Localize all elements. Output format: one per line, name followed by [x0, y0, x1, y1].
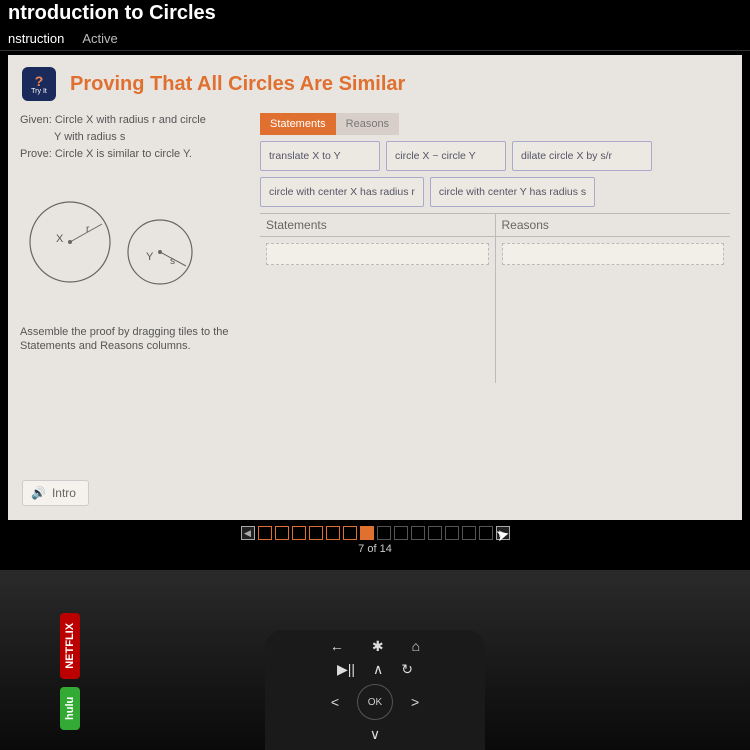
pager-prev[interactable]: ◀	[241, 526, 255, 540]
tab-active[interactable]: Active	[82, 31, 117, 46]
tile-center-y[interactable]: circle with center Y has radius s	[430, 177, 595, 207]
tab-reasons[interactable]: Reasons	[336, 113, 399, 135]
tile-dilate[interactable]: dilate circle X by s/r	[512, 141, 652, 171]
chevron-right-icon: >	[411, 694, 419, 710]
pager-box-2[interactable]	[275, 526, 289, 540]
question-icon: ?	[35, 74, 44, 88]
pager-box-13[interactable]	[462, 526, 476, 540]
tile-similar[interactable]: circle X ~ circle Y	[386, 141, 506, 171]
given-text-1: Given: Circle X with radius r and circle	[20, 113, 250, 128]
circles-diagram: X r Y s	[20, 192, 220, 292]
page-title: ntroduction to Circles	[0, 0, 750, 27]
pager-box-9[interactable]	[394, 526, 408, 540]
svg-text:s: s	[170, 256, 175, 267]
home-icon: ⌂	[412, 638, 420, 655]
svg-text:r: r	[86, 224, 90, 235]
ok-button: OK	[357, 684, 393, 720]
statement-drop-slot[interactable]	[266, 243, 489, 265]
svg-text:Y: Y	[146, 251, 154, 263]
speaker-icon: 🔊	[31, 486, 46, 500]
statements-header: Statements	[260, 214, 495, 237]
pager-box-14[interactable]	[479, 526, 493, 540]
tab-instruction[interactable]: nstruction	[8, 31, 64, 46]
try-it-badge: ? Try It	[22, 67, 56, 101]
pager-box-10[interactable]	[411, 526, 425, 540]
given-text-2: Y with radius s	[20, 130, 250, 145]
mic-icon: ✱	[372, 638, 384, 655]
back-icon: ←	[330, 638, 344, 655]
netflix-button: NETFLIX	[60, 613, 80, 679]
reasons-header: Reasons	[496, 214, 731, 237]
topic-title: Proving That All Circles Are Similar	[70, 73, 405, 96]
play-pause-icon: ▶||	[337, 661, 355, 678]
pager-box-5[interactable]	[326, 526, 340, 540]
chevron-down-icon: ∨	[370, 726, 380, 743]
pager-box-4[interactable]	[309, 526, 323, 540]
pager-box-12[interactable]	[445, 526, 459, 540]
content-panel: ? Try It Proving That All Circles Are Si…	[8, 55, 742, 520]
refresh-icon: ↻	[401, 661, 413, 678]
prove-text: Prove: Circle X is similar to circle Y.	[20, 147, 250, 162]
pager-box-7[interactable]	[360, 526, 374, 540]
proof-table: Statements Reasons	[260, 213, 730, 383]
reason-drop-slot[interactable]	[502, 243, 725, 265]
chevron-up-icon: ∧	[373, 661, 383, 678]
tile-center-x[interactable]: circle with center X has radius r	[260, 177, 424, 207]
pager-box-11[interactable]	[428, 526, 442, 540]
pager-box-8[interactable]	[377, 526, 391, 540]
tab-statements[interactable]: Statements	[260, 113, 336, 135]
svg-text:X: X	[56, 233, 64, 245]
pager-box-1[interactable]	[258, 526, 272, 540]
chevron-left-icon: <	[331, 694, 339, 710]
tile-translate[interactable]: translate X to Y	[260, 141, 380, 171]
physical-desk: ← ✱ ⌂ ▶|| ∧ ↻ < OK > ∨	[0, 570, 750, 750]
pager-box-3[interactable]	[292, 526, 306, 540]
intro-button[interactable]: 🔊 Intro	[22, 480, 89, 506]
remote-control: ← ✱ ⌂ ▶|| ∧ ↻ < OK > ∨	[265, 630, 485, 750]
instructions-text: Assemble the proof by dragging tiles to …	[20, 325, 250, 354]
hulu-button: hulu	[60, 687, 80, 730]
pager-box-6[interactable]	[343, 526, 357, 540]
pager-next[interactable]: ▶	[496, 526, 510, 540]
pager-text: 7 of 14	[358, 543, 392, 555]
